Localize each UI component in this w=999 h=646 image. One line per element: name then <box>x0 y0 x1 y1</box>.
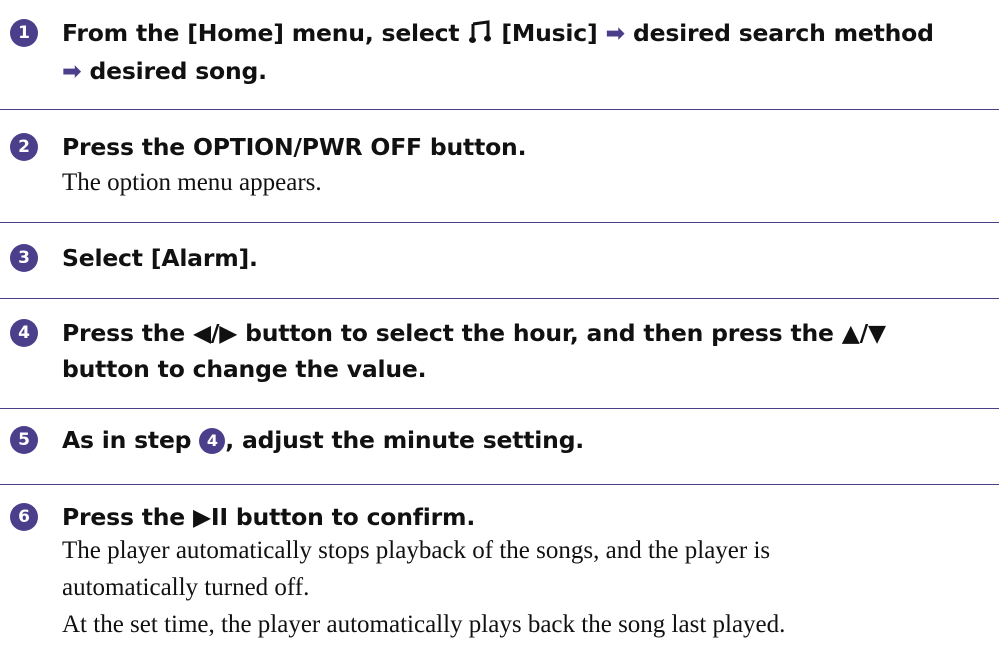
step-5-heading: As in step 4, adjust the minute setting. <box>62 421 992 459</box>
divider <box>0 484 999 485</box>
step-1-text-c: desired search method <box>625 19 934 47</box>
right-arrow-icon: ➡ <box>62 57 82 85</box>
step-4-heading-line-2: button to change the value. <box>62 355 427 383</box>
step-1-heading-line-2: ➡ desired song. <box>62 52 992 90</box>
step-number-4: 4 <box>10 319 38 347</box>
music-note-icon <box>469 20 492 43</box>
step-4-heading-line-1: Press the ◀/▶ button to select the hour,… <box>62 319 886 347</box>
step-6-description-line-3: At the set time, the player automaticall… <box>62 611 786 638</box>
step-ref-4: 4 <box>199 428 226 454</box>
step-number-5: 5 <box>10 426 38 454</box>
step-6-description-line-2: automatically turned off. <box>62 574 310 601</box>
step-2-description: The option menu appears. <box>62 169 322 196</box>
step-6-description-line-1: The player automatically stops playback … <box>62 537 771 564</box>
step-3-heading: Select [Alarm]. <box>62 244 258 272</box>
step-6-heading: Press the ▶II button to confirm. <box>62 503 476 531</box>
step-5-text-a: As in step <box>62 426 200 454</box>
step-number-1: 1 <box>10 19 38 47</box>
divider <box>0 408 999 409</box>
step-1-text-b: [Music] <box>493 19 606 47</box>
step-number-2: 2 <box>10 133 38 161</box>
step-number-6: 6 <box>10 503 38 531</box>
step-1-text-d: desired song. <box>81 57 267 85</box>
divider <box>0 109 999 110</box>
step-5-text-b: , adjust the minute setting. <box>225 426 585 454</box>
step-2-heading: Press the OPTION/PWR OFF button. <box>62 133 527 161</box>
step-1-heading-line-1: From the [Home] menu, select [Music] ➡ d… <box>62 14 992 52</box>
divider <box>0 222 999 223</box>
right-arrow-icon: ➡ <box>605 19 626 47</box>
step-number-3: 3 <box>10 244 38 272</box>
divider <box>0 298 999 299</box>
step-1-text-a: From the [Home] menu, select <box>62 19 468 47</box>
